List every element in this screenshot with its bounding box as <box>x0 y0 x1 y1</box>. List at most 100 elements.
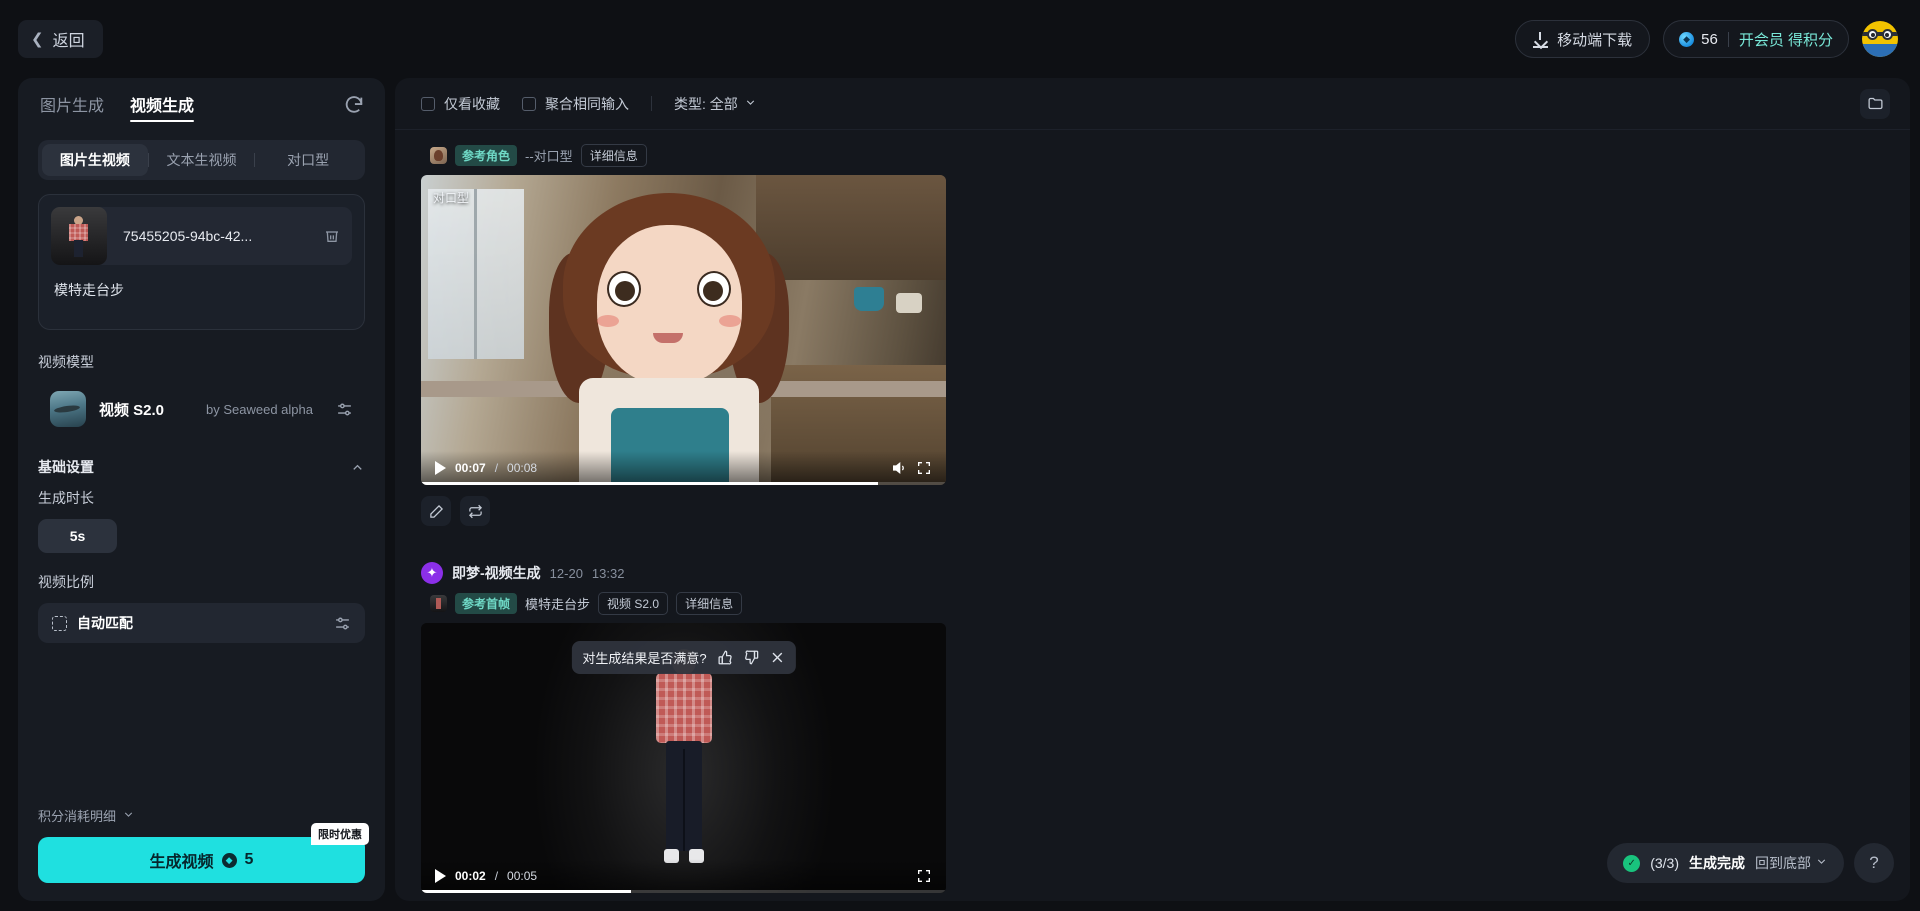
app-header: ❮ 返回 移动端下载 ◆ 56 开会员 得积分 <box>0 0 1920 78</box>
ratio-value: 自动匹配 <box>77 615 133 631</box>
basic-settings-label: 基础设置 <box>38 459 94 475</box>
item-meta-row: 参考角色 --对口型 详细信息 <box>421 144 1884 167</box>
thumbs-up-icon[interactable] <box>718 650 733 665</box>
uploaded-image-row[interactable]: 75455205-94bc-42... <box>51 207 352 265</box>
checkbox-icon <box>522 96 536 111</box>
status-count: (3/3) <box>1650 855 1679 871</box>
download-icon <box>1533 31 1549 48</box>
fullscreen-icon[interactable] <box>916 868 932 884</box>
sliders-icon[interactable] <box>336 401 353 418</box>
tab-image-generation[interactable]: 图片生成 <box>40 78 104 130</box>
reference-thumbnail[interactable] <box>430 147 447 164</box>
chevron-up-icon[interactable] <box>350 460 365 475</box>
generation-feed: 参考角色 --对口型 详细信息 对口型 00:07 / 00:08 ✦ 即梦-视… <box>395 130 1910 901</box>
divider <box>1727 31 1729 47</box>
vip-label: 开会员 得积分 <box>1738 31 1833 49</box>
segment-text-to-video-label: 文本生视频 <box>166 152 237 168</box>
reference-thumbnail[interactable] <box>430 595 447 612</box>
duration-chip-5s[interactable]: 5s <box>38 519 117 553</box>
feedback-question: 对生成结果是否满意? <box>582 651 707 666</box>
item-time: 13:32 <box>591 565 625 581</box>
volume-icon[interactable] <box>891 460 907 476</box>
chevron-down-icon <box>744 96 757 112</box>
play-icon[interactable] <box>435 461 446 475</box>
generate-cost: 5 <box>244 851 254 868</box>
help-label: ? <box>1869 853 1879 872</box>
avatar[interactable] <box>1862 21 1898 57</box>
segment-text-to-video[interactable]: 文本生视频 <box>149 144 255 176</box>
uploaded-file-name: 75455205-94bc-42... <box>123 228 253 244</box>
video-player-controls: 00:02 / 00:05 <box>421 859 946 893</box>
duration-label: 生成时长 <box>38 490 94 506</box>
prompt-text[interactable]: 模特走台步 <box>51 265 352 301</box>
model-tag-chip[interactable]: 视频 S2.0 <box>598 592 669 615</box>
help-button[interactable]: ? <box>1854 843 1894 883</box>
type-filter-label: 类型: 全部 <box>674 95 738 112</box>
credits-vip-button[interactable]: ◆ 56 开会员 得积分 <box>1663 20 1849 58</box>
main-toolbar: 仅看收藏 聚合相同输入 类型: 全部 <box>395 78 1910 130</box>
tab-image-generation-label: 图片生成 <box>40 98 105 115</box>
aggregate-same-input-label: 聚合相同输入 <box>545 95 629 112</box>
fullscreen-icon[interactable] <box>916 460 932 476</box>
item-meta-text: --对口型 <box>525 149 573 164</box>
promo-badge: 限时优惠 <box>311 823 369 845</box>
back-to-bottom-button[interactable]: 回到底部 <box>1755 853 1828 873</box>
chevron-down-icon <box>122 808 135 824</box>
item-date: 12-20 <box>549 565 583 581</box>
type-filter-select[interactable]: 类型: 全部 <box>674 94 757 114</box>
edit-icon[interactable] <box>421 496 451 526</box>
thumbs-down-icon[interactable] <box>744 650 759 665</box>
folder-icon[interactable] <box>1860 88 1890 119</box>
ratio-select[interactable]: 自动匹配 <box>38 603 365 643</box>
video-player-controls: 00:07 / 00:08 <box>421 451 946 485</box>
duration-time: 00:08 <box>507 461 538 475</box>
video-card[interactable]: 对生成结果是否满意? 00:02 / 00:05 <box>421 623 946 893</box>
app-body: 图片生成 视频生成 图片生视频 文本生视频 对口型 75455205-94bc-… <box>0 78 1920 911</box>
sidebar-footer: 积分消耗明细 生成视频 ◆ 5 限时优惠 <box>18 806 385 901</box>
mobile-download-label: 移动端下载 <box>1557 31 1633 49</box>
app-root: ❮ 返回 移动端下载 ◆ 56 开会员 得积分 图片生成 视频生成 图片生视频 … <box>0 0 1920 911</box>
status-dock: ✓ (3/3) 生成完成 回到底部 <box>1607 843 1844 883</box>
segment-image-to-video-label: 图片生视频 <box>59 152 130 168</box>
favorites-only-checkbox[interactable]: 仅看收藏 <box>421 94 500 114</box>
duration-time: 00:05 <box>507 869 538 883</box>
mode-segmented-control: 图片生视频 文本生视频 对口型 <box>38 140 365 180</box>
divider <box>651 96 652 111</box>
detail-info-chip[interactable]: 详细信息 <box>676 592 743 615</box>
close-icon[interactable] <box>770 650 785 665</box>
favorites-only-label: 仅看收藏 <box>444 95 500 112</box>
sidebar-scroll-area: 图片生视频 文本生视频 对口型 75455205-94bc-42... 模特走台… <box>18 130 385 806</box>
delete-icon[interactable] <box>324 228 340 244</box>
video-model-card[interactable]: 视频 S2.0 by Seaweed alpha <box>38 383 365 435</box>
ratio-sliders-icon[interactable] <box>334 615 351 632</box>
detail-info-chip[interactable]: 详细信息 <box>580 144 647 167</box>
aggregate-same-input-checkbox[interactable]: 聚合相同输入 <box>522 94 629 114</box>
mobile-download-button[interactable]: 移动端下载 <box>1515 20 1651 58</box>
lip-sync-overlay-tag: 对口型 <box>433 191 470 205</box>
generate-video-label: 生成视频 <box>149 854 214 871</box>
refresh-icon[interactable] <box>343 94 365 116</box>
item-header: ✦ 即梦-视频生成 12-20 13:32 <box>421 562 1884 584</box>
success-check-icon: ✓ <box>1623 854 1641 872</box>
item-meta-row: 参考首帧 模特走台步 视频 S2.0 详细信息 <box>421 592 1884 615</box>
duration-options: 5s <box>38 519 365 553</box>
model-name: 视频 S2.0 <box>99 401 165 419</box>
sidebar-tabs: 图片生成 视频生成 <box>18 78 385 130</box>
progress-bar[interactable] <box>421 482 946 485</box>
back-button[interactable]: ❮ 返回 <box>18 20 103 58</box>
segment-image-to-video[interactable]: 图片生视频 <box>42 144 148 176</box>
chevron-down-icon <box>1815 855 1828 871</box>
tab-video-generation[interactable]: 视频生成 <box>130 78 195 130</box>
play-icon[interactable] <box>435 869 446 883</box>
checkbox-icon <box>421 96 435 111</box>
video-card[interactable]: 对口型 00:07 / 00:08 <box>421 175 946 485</box>
regenerate-icon[interactable] <box>460 496 490 526</box>
basic-settings-header[interactable]: 基础设置 <box>38 457 365 477</box>
current-time: 00:07 <box>455 461 486 475</box>
progress-bar[interactable] <box>421 890 946 893</box>
item-actions <box>421 496 1884 526</box>
duration-chip-label: 5s <box>69 528 86 544</box>
tab-video-generation-label: 视频生成 <box>130 98 195 115</box>
chevron-left-icon: ❮ <box>31 30 44 48</box>
segment-lip-sync[interactable]: 对口型 <box>255 144 361 176</box>
